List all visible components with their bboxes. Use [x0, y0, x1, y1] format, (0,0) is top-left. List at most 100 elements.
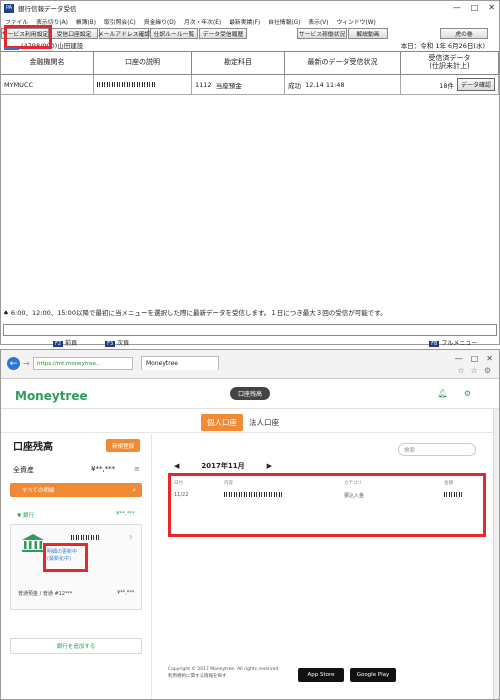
info-bar: (4798/990)山田建設 本日：令和 1年 6月26日(水) — [1, 39, 499, 51]
favorite-icon[interactable]: ☆ — [457, 366, 464, 375]
gear-icon[interactable]: ⚙ — [464, 389, 471, 398]
col-bank: 金融機関名 — [1, 52, 94, 74]
account-name: 当座預金 — [215, 81, 242, 90]
message-field — [3, 324, 497, 336]
f8-key[interactable]: F8 フルメニュー — [429, 338, 477, 347]
account-table: 金融機関名 口座の説明 勘定科目 最新のデータ受信状況 受信済データ (仕訳未計… — [1, 51, 499, 95]
cell-received: 18件 データ確認 — [401, 75, 499, 94]
cell-status: 成功 12.14 11:48 — [285, 75, 401, 94]
maximize-button[interactable]: □ — [471, 3, 479, 12]
menu-window[interactable]: ウィンドウ(W) — [336, 17, 375, 26]
footer-link[interactable]: 利用規約に関する情報を探す — [168, 673, 280, 680]
bank-name — [71, 535, 99, 542]
minimize-button[interactable]: — — [455, 354, 463, 363]
store-badges: App Store Google Play — [298, 668, 396, 682]
browser-tab[interactable]: Moneytree — [141, 356, 219, 370]
divider — [1, 432, 499, 433]
all-transactions-button[interactable]: すべての明細 ⌕ — [10, 483, 142, 497]
back-icon[interactable]: ← — [7, 357, 20, 370]
receive-history-button[interactable]: データ受信履歴 — [199, 27, 247, 39]
menu-icon[interactable]: ≡ — [134, 465, 140, 473]
col-desc: 口座の説明 — [94, 52, 192, 74]
next-month-icon[interactable]: ▶ — [267, 462, 272, 470]
prev-month-icon[interactable]: ◀ — [174, 462, 179, 470]
favorites-list-icon[interactable]: ☆ — [471, 366, 478, 375]
add-bank-button[interactable]: 銀行を追加する — [10, 638, 142, 654]
maximize-button[interactable]: □ — [471, 354, 479, 363]
table-header: 金融機関名 口座の説明 勘定科目 最新のデータ受信状況 受信済データ (仕訳未計… — [1, 51, 499, 75]
month-label: 2017年11月 — [201, 462, 245, 470]
account-tabs: 個人口座 法人口座 — [201, 414, 279, 431]
sidebar-title: 口座残高 — [13, 442, 53, 453]
settings-icon[interactable]: ⚙ — [484, 366, 491, 375]
new-register-button[interactable]: 新規登録 — [106, 439, 140, 452]
video-button[interactable]: 解説動画 — [348, 27, 388, 39]
f2-key[interactable]: F2 前頁 — [53, 338, 77, 347]
scrollbar[interactable] — [493, 409, 499, 699]
bank-section-label[interactable]: ▼ 銀行 — [17, 511, 34, 519]
f3-key[interactable]: F3 次頁 — [105, 338, 129, 347]
data-confirm-button[interactable]: データ確認 — [456, 78, 495, 91]
tab-personal[interactable]: 個人口座 — [201, 414, 243, 431]
cell-account: 1112 当座預金 — [192, 75, 285, 94]
guide-button[interactable]: 虎の巻 — [440, 27, 488, 39]
close-button[interactable]: ✕ — [486, 354, 493, 363]
col-received: 受信済データ (仕訳未計上) — [401, 52, 499, 74]
total-assets-value: ¥**,*** — [91, 465, 116, 473]
forward-icon[interactable]: → — [23, 359, 30, 368]
highlight-box — [168, 473, 486, 537]
browser-toolbar: ← → https://mt.moneytree... Moneytree — … — [1, 350, 499, 379]
legacy-app-window: PA 銀行信報データ受信 — □ ✕ ファイル 表示切り(A) 帳簿(B) 取引… — [0, 0, 500, 347]
account-code: 1112 — [195, 80, 212, 89]
menu-latest[interactable]: 最新実績(F) — [229, 17, 260, 26]
search-input[interactable]: 検索 — [398, 443, 476, 456]
table-row[interactable]: MYMUCC 1112 当座預金 成功 12.14 11:48 18件 データ確… — [1, 75, 499, 95]
notification-icon[interactable]: 🔔︎ — [438, 389, 448, 398]
received-count: 18件 — [439, 81, 454, 90]
col-account: 勘定科目 — [192, 52, 285, 74]
received-time: 12.14 11:48 — [305, 80, 345, 89]
transactions-pane: 検索 ◀ 2017年11月 ▶ 日付 内容 カテゴリ 金額 11/22 振込入金… — [151, 434, 496, 699]
cell-desc — [94, 75, 192, 94]
mail-confirm-button[interactable]: メールアドレス確認 — [98, 27, 150, 39]
account-label: 普通預金 / 普通 #12*** — [18, 591, 73, 597]
page-title: 口座残高 — [230, 387, 270, 400]
bank-icon — [22, 534, 44, 552]
receive-account-button[interactable]: 受信口座設定 — [50, 27, 98, 39]
tab-corporate[interactable]: 法人口座 — [249, 417, 279, 428]
menu-inquiry[interactable]: 取引照会(C) — [104, 17, 136, 26]
bank-account-card[interactable]: ? 明細の更新中 (最新化中) 普通預金 / 普通 #12*** ¥**,*** — [10, 524, 142, 610]
service-status-button[interactable]: サービス稼働状況 — [297, 27, 347, 39]
help-icon[interactable]: ? — [129, 535, 132, 542]
moneytree-logo[interactable]: Moneytree — [15, 389, 88, 403]
search-icon: ⌕ — [132, 485, 136, 494]
browser-window: ← → https://mt.moneytree... Moneytree — … — [0, 349, 500, 700]
google-play-badge[interactable]: Google Play — [350, 668, 396, 682]
app-store-badge[interactable]: App Store — [298, 668, 344, 682]
month-navigator: ◀ 2017年11月 ▶ — [174, 461, 474, 471]
address-bar[interactable]: https://mt.moneytree... — [33, 357, 133, 370]
menu-monthly[interactable]: 月次・年次(E) — [184, 17, 221, 26]
minimize-button[interactable]: — — [453, 3, 461, 12]
journal-rules-button[interactable]: 仕訳ルール一覧 — [150, 27, 198, 39]
menu-company[interactable]: 自社情報(G) — [268, 17, 300, 26]
menu-ledger[interactable]: 帳簿(B) — [76, 17, 96, 26]
col-status: 最新のデータ受信状況 — [285, 52, 401, 74]
all-transactions-label: すべての明細 — [22, 488, 55, 494]
app-header: Moneytree 口座残高 🔔︎ ⚙ — [1, 379, 499, 409]
function-key-bar: F2 前頁 F3 次頁 F8 フルメニュー — [1, 338, 499, 347]
menu-view[interactable]: 表示(V) — [308, 17, 328, 26]
receive-note: ♠ 6:00、12:00、15:00以降で最初に当メニューを選択した際に最新デー… — [3, 309, 387, 317]
cell-bank: MYMUCC — [1, 75, 94, 94]
highlight-box — [43, 543, 88, 572]
footer: Copyright © 2017 Moneytree. All rights r… — [168, 666, 280, 680]
app-icon: PA — [4, 3, 14, 13]
sidebar: 口座残高 新規登録 全資産 ¥**,*** ≡ すべての明細 ⌕ ▼ 銀行 ¥*… — [7, 438, 143, 700]
close-button[interactable]: ✕ — [488, 3, 495, 12]
toolbar: サービス利用設定 受信口座設定 メールアドレス確認 仕訳ルール一覧 データ受信履… — [1, 27, 499, 39]
total-assets-label: 全資産 — [13, 466, 34, 474]
selection-indicator — [4, 47, 19, 50]
menu-cashflow[interactable]: 資金繰り(D) — [144, 17, 176, 26]
title-bar: PA 銀行信報データ受信 — □ ✕ — [1, 1, 499, 15]
status-text: 成功 — [288, 81, 301, 90]
